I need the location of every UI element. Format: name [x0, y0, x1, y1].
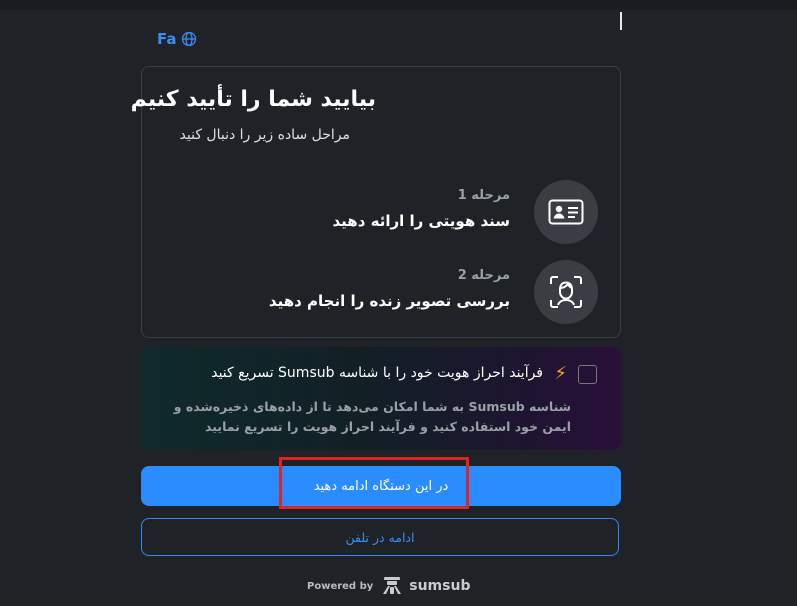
step-description: سند هویتی را ارائه دهید: [332, 212, 510, 230]
continue-on-device-button[interactable]: در این دستگاه ادامه دهید: [141, 466, 621, 506]
language-code: Fa: [157, 30, 177, 48]
banner-description: شناسه Sumsub به شما امکان می‌دهد تا از د…: [173, 399, 571, 434]
step-number: مرحله 1: [457, 188, 510, 203]
banner-title: فرآیند احراز هویت خود را با شناسه Sumsub…: [211, 365, 543, 381]
lightning-icon: ⚡: [554, 363, 567, 384]
continue-on-phone-button[interactable]: ادامه در تلفن: [141, 518, 619, 556]
top-bar: [0, 0, 797, 10]
sumsub-id-checkbox[interactable]: [578, 365, 597, 384]
verification-card: بیایید شما را تأیید کنیم مراحل ساده زیر …: [131, 66, 621, 338]
face-scan-icon: [534, 260, 598, 324]
step-liveness: مرحله 2 بررسی تصویر زنده را انجام دهید: [178, 260, 598, 324]
powered-by-footer: Powered by sumsub: [307, 577, 470, 595]
sumsub-logo[interactable]: sumsub: [381, 577, 470, 595]
id-card-icon: [534, 180, 598, 244]
text-cursor: [620, 12, 622, 30]
powered-by-label: Powered by: [307, 580, 374, 592]
step-description: بررسی تصویر زنده را انجام دهید: [268, 292, 510, 310]
page-subtitle: مراحل ساده زیر را دنبال کنید: [179, 127, 350, 143]
globe-icon: [181, 31, 196, 47]
sumsub-id-banner: ⚡ فرآیند احراز هویت خود را با شناسه Sums…: [141, 347, 621, 450]
page-title: بیایید شما را تأیید کنیم: [130, 87, 376, 112]
step-document: مرحله 1 سند هویتی را ارائه دهید: [178, 180, 598, 244]
sumsub-logo-icon: [383, 577, 402, 594]
brand-name: sumsub: [409, 578, 471, 594]
step-number: مرحله 2: [457, 268, 510, 283]
language-switcher[interactable]: Fa: [157, 30, 197, 48]
